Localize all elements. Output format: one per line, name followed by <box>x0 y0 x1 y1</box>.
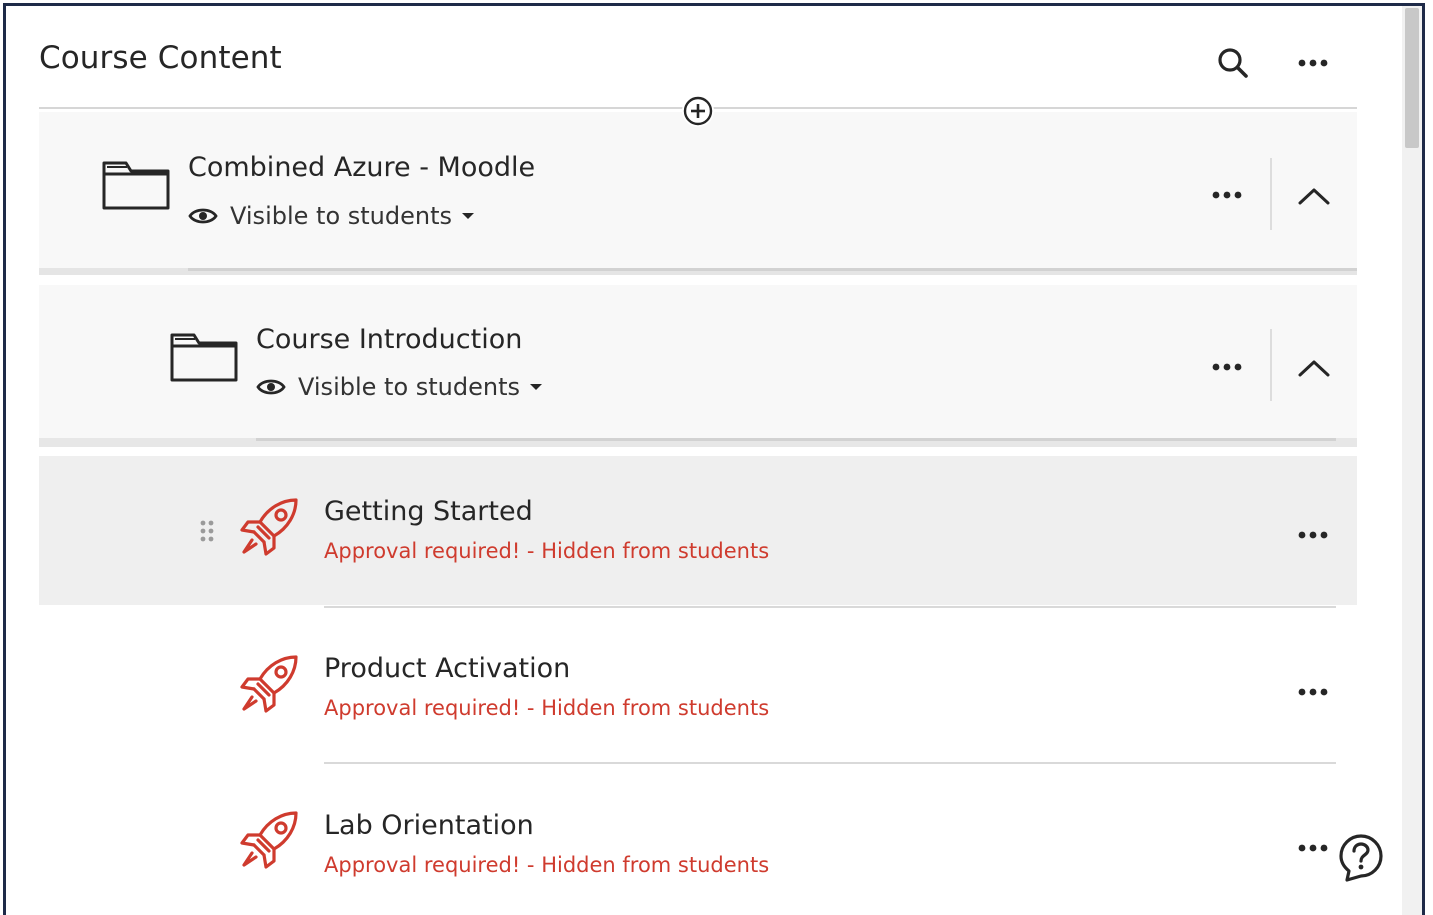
search-icon <box>1218 48 1248 78</box>
folder-title[interactable]: Combined Azure - Moodle <box>188 152 535 183</box>
ellipsis-icon <box>1298 59 1328 67</box>
eye-icon <box>188 208 218 224</box>
content-item-title[interactable]: Lab Orientation <box>324 810 534 841</box>
visibility-label: Visible to students <box>298 373 520 401</box>
folder-row-combined-azure <box>39 112 1357 272</box>
item-divider <box>324 606 1336 608</box>
eye-icon <box>256 379 286 395</box>
content-item-title[interactable]: Getting Started <box>324 496 533 527</box>
caret-down-icon <box>530 384 542 390</box>
folder-more-button[interactable] <box>1207 180 1247 210</box>
folder-icon <box>169 327 239 387</box>
drag-handle[interactable] <box>195 516 219 550</box>
plus-circle-icon <box>683 96 713 126</box>
folder-icon <box>101 155 171 215</box>
help-icon <box>1339 834 1383 882</box>
content-item-row-hover <box>39 456 1357 605</box>
item-more-button[interactable] <box>1293 677 1333 707</box>
visibility-dropdown[interactable]: Visible to students <box>256 373 542 401</box>
drag-handle-icon <box>200 520 214 542</box>
folder-row-rule <box>256 438 1336 441</box>
add-content-button[interactable] <box>682 95 714 127</box>
collapse-folder-button[interactable] <box>1294 178 1334 214</box>
help-button[interactable] <box>1336 832 1386 884</box>
chevron-up-icon <box>1298 360 1330 377</box>
folder-more-button[interactable] <box>1207 352 1247 382</box>
ellipsis-icon <box>1298 531 1328 539</box>
rocket-icon <box>238 807 304 877</box>
collapse-folder-button[interactable] <box>1294 350 1334 386</box>
ellipsis-icon <box>1298 688 1328 696</box>
item-more-button[interactable] <box>1293 833 1333 863</box>
page-title: Course Content <box>39 40 282 76</box>
content-item-title[interactable]: Product Activation <box>324 653 570 684</box>
visibility-label: Visible to students <box>230 202 452 230</box>
caret-down-icon <box>462 213 474 219</box>
search-button[interactable] <box>1213 43 1253 83</box>
visibility-dropdown[interactable]: Visible to students <box>188 202 474 230</box>
rocket-icon <box>238 651 304 721</box>
chevron-up-icon <box>1298 188 1330 205</box>
content-item-status: Approval required! - Hidden from student… <box>324 696 770 720</box>
course-content-panel: Course Content Combined Azure - Moodle V… <box>3 3 1425 915</box>
action-divider <box>1270 329 1272 401</box>
ellipsis-icon <box>1212 363 1242 371</box>
folder-title[interactable]: Course Introduction <box>256 324 522 355</box>
scrollbar[interactable] <box>1402 6 1422 915</box>
rocket-icon <box>238 494 304 564</box>
item-divider <box>324 762 1336 764</box>
content-item-status: Approval required! - Hidden from student… <box>324 853 770 877</box>
course-content-more-button[interactable] <box>1293 43 1333 83</box>
scrollbar-thumb[interactable] <box>1405 8 1419 148</box>
ellipsis-icon <box>1298 844 1328 852</box>
folder-row-rule <box>188 268 1357 271</box>
item-more-button[interactable] <box>1293 520 1333 550</box>
action-divider <box>1270 158 1272 230</box>
ellipsis-icon <box>1212 191 1242 199</box>
content-item-status: Approval required! - Hidden from student… <box>324 539 770 563</box>
